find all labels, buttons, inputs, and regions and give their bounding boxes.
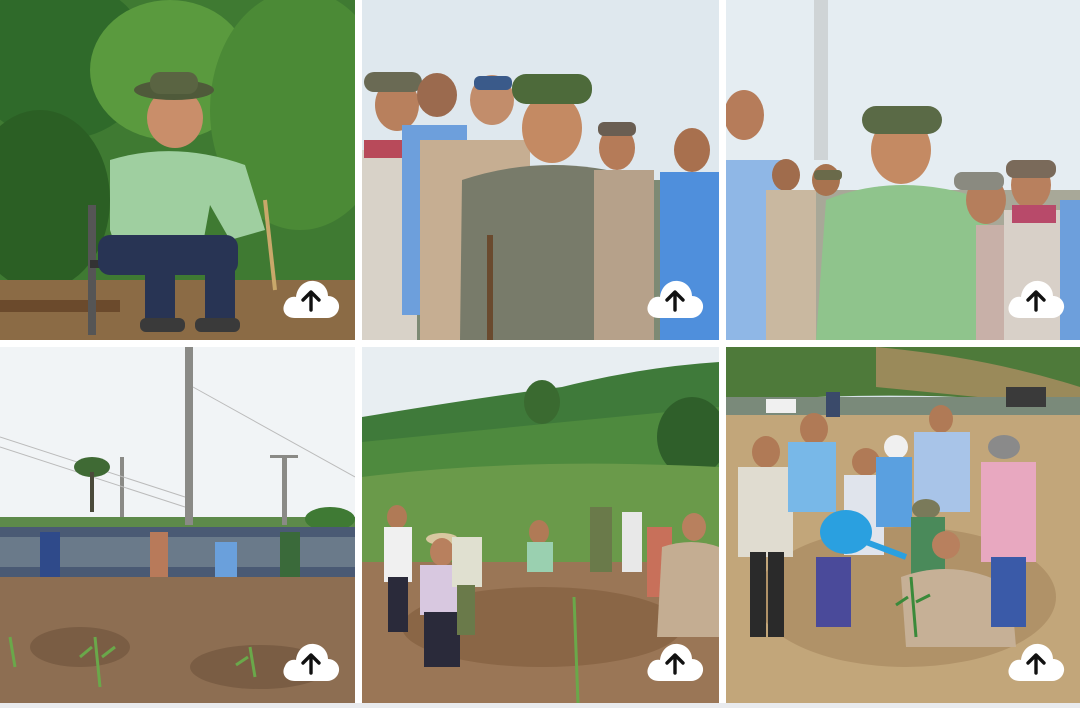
- upload-button-6[interactable]: [1006, 639, 1066, 683]
- upload-button-2[interactable]: [645, 276, 705, 320]
- cloud-upload-icon: [1008, 643, 1065, 681]
- photo-tile-1[interactable]: [0, 0, 355, 340]
- cloud-upload-icon: [647, 280, 704, 318]
- photo-gallery: [0, 0, 1080, 708]
- photo-tile-2[interactable]: [362, 0, 719, 340]
- cloud-upload-icon: [647, 643, 704, 681]
- photo-tile-6[interactable]: [726, 347, 1080, 703]
- cloud-upload-icon: [1008, 280, 1065, 318]
- upload-button-1[interactable]: [281, 276, 341, 320]
- upload-button-4[interactable]: [281, 639, 341, 683]
- photo-tile-3[interactable]: [726, 0, 1080, 340]
- upload-button-5[interactable]: [645, 639, 705, 683]
- bottom-divider: [0, 703, 1080, 708]
- upload-button-3[interactable]: [1006, 276, 1066, 320]
- photo-tile-5[interactable]: [362, 347, 719, 703]
- cloud-upload-icon: [283, 280, 340, 318]
- cloud-upload-icon: [283, 643, 340, 681]
- photo-tile-4[interactable]: [0, 347, 355, 703]
